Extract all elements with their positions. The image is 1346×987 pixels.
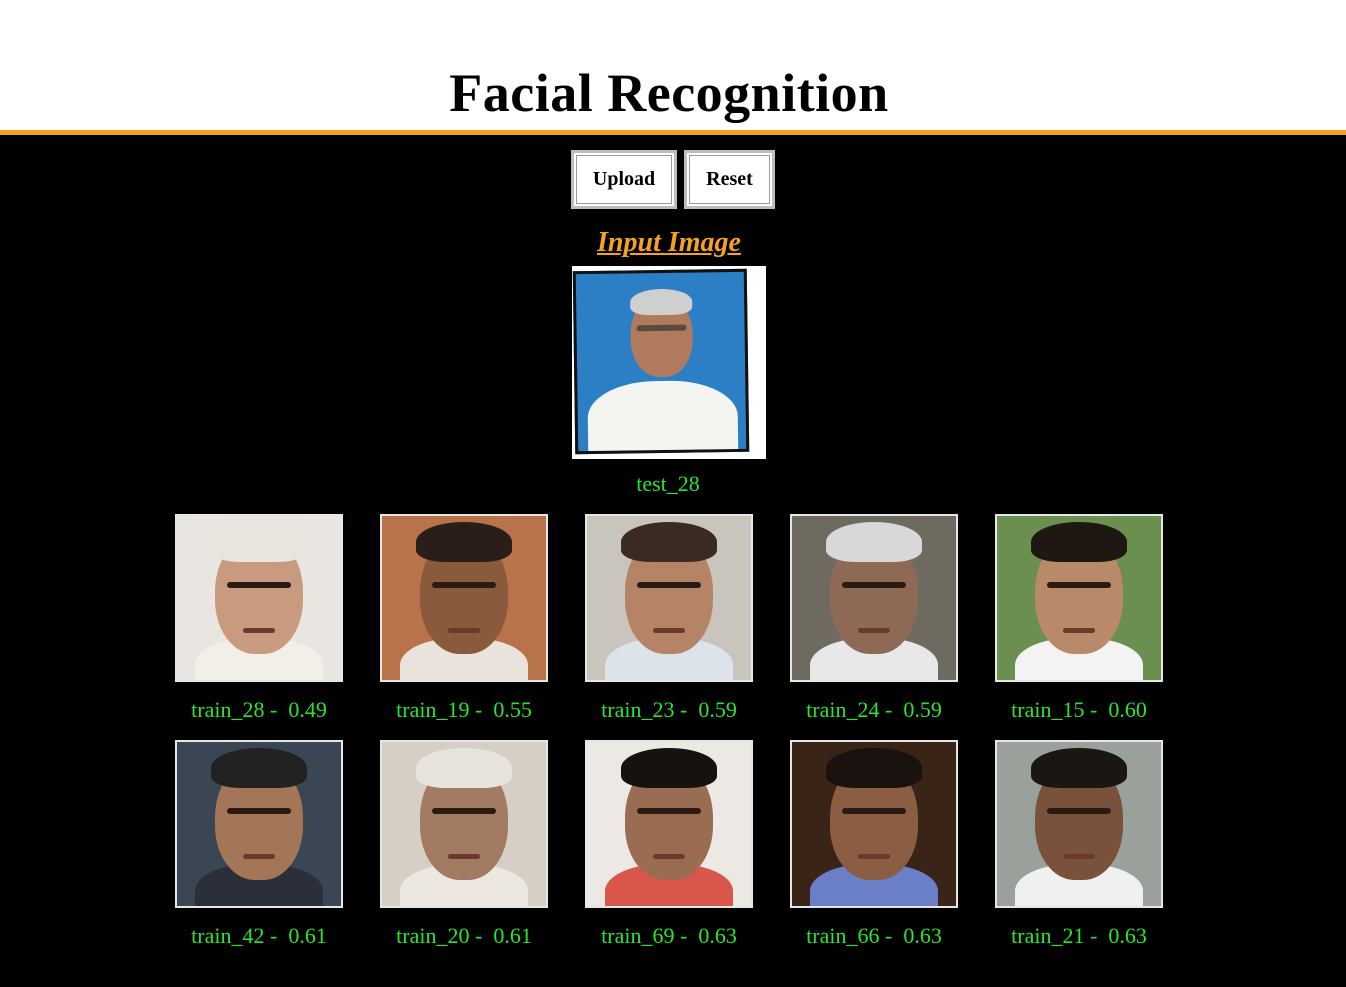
result-thumbnail bbox=[175, 514, 343, 682]
input-image-caption: test_28 bbox=[636, 471, 700, 496]
result-thumbnail bbox=[995, 740, 1163, 908]
result-thumbnail bbox=[790, 740, 958, 908]
input-image bbox=[572, 268, 750, 455]
result-thumbnail bbox=[995, 514, 1163, 682]
input-image-heading: Input Image bbox=[597, 227, 741, 258]
page-title: Facial Recognition bbox=[449, 63, 889, 123]
result-caption: train_23 - 0.59 bbox=[601, 697, 737, 722]
result-thumbnail bbox=[585, 740, 753, 908]
result-thumbnail bbox=[175, 740, 343, 908]
result-caption: train_69 - 0.63 bbox=[601, 923, 737, 948]
result-caption: train_21 - 0.63 bbox=[1011, 923, 1147, 948]
upload-button[interactable]: Upload bbox=[571, 150, 677, 209]
result-caption: train_42 - 0.61 bbox=[191, 923, 327, 948]
result-thumbnail bbox=[380, 740, 548, 908]
result-thumbnail bbox=[585, 514, 753, 682]
result-caption: train_66 - 0.63 bbox=[806, 923, 942, 948]
result-caption: train_15 - 0.60 bbox=[1011, 697, 1147, 722]
result-thumbnail bbox=[790, 514, 958, 682]
result-caption: train_24 - 0.59 bbox=[806, 697, 942, 722]
result-thumbnail bbox=[380, 514, 548, 682]
reset-button[interactable]: Reset bbox=[684, 150, 775, 209]
result-caption: train_19 - 0.55 bbox=[396, 697, 532, 722]
result-caption: train_20 - 0.61 bbox=[396, 923, 532, 948]
header-divider bbox=[0, 130, 1346, 135]
result-caption: train_28 - 0.49 bbox=[191, 697, 327, 722]
header: Facial Recognition bbox=[0, 0, 1346, 130]
